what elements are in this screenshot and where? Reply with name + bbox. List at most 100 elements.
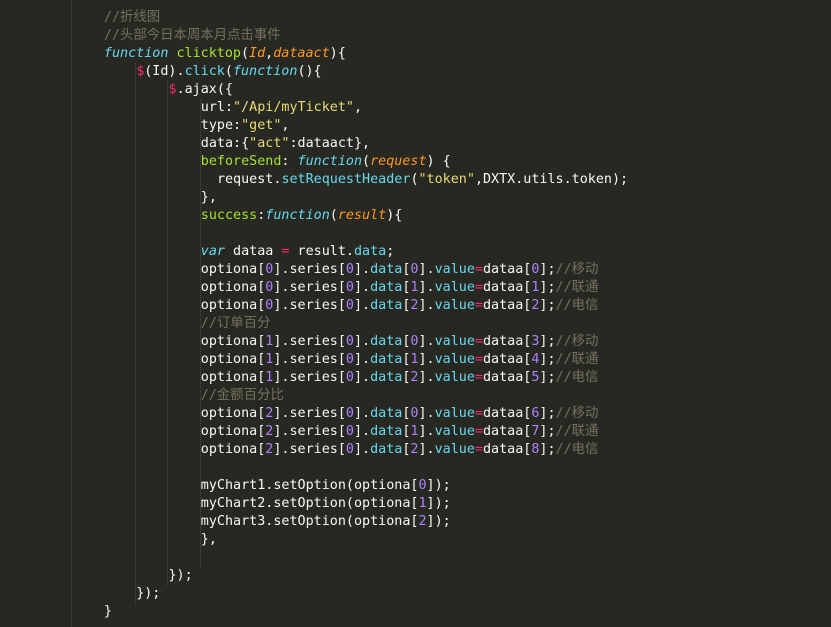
- code-line[interactable]: });: [136, 585, 160, 603]
- code-token-prop: value: [434, 298, 475, 313]
- code-token-prop: value: [434, 334, 475, 349]
- code-token-plain: dataa[: [482, 298, 532, 313]
- code-token-plain: optiona[: [200, 352, 266, 367]
- code-token-plain: ].: [418, 424, 435, 439]
- code-token-plain: ,: [353, 100, 363, 115]
- code-line[interactable]: $.ajax({: [169, 81, 234, 99]
- code-token-plain: myChart1.setOption(optiona[: [200, 478, 419, 493]
- code-token-plain: ].series[: [273, 334, 346, 349]
- code-token-plain: myChart2.setOption(optiona[: [200, 496, 419, 511]
- code-token-kw: function: [297, 154, 363, 169]
- code-token-plain: });: [136, 586, 161, 601]
- code-token-plain: :dataact},: [289, 136, 371, 151]
- code-token-fn: success: [200, 208, 258, 223]
- code-line[interactable]: optiona[1].series[0].data[0].value=dataa…: [201, 333, 599, 351]
- code-token-plain: optiona[: [200, 424, 266, 439]
- code-line[interactable]: var dataa = result.data;: [201, 243, 395, 261]
- code-token-plain: request.: [216, 172, 282, 187]
- code-token-prop: setRequestHeader: [281, 172, 411, 187]
- code-token-plain: dataa[: [482, 262, 532, 277]
- code-token-prop: value: [434, 424, 475, 439]
- code-token-fn: beforeSend: [200, 154, 282, 169]
- code-token-comment: //联通: [555, 424, 599, 439]
- code-line[interactable]: optiona[2].series[0].data[1].value=dataa…: [201, 423, 599, 441]
- code-line[interactable]: success:function(result){: [201, 207, 403, 225]
- code-token-plain: },: [200, 190, 217, 205]
- code-token-op: =: [474, 298, 483, 313]
- code-line[interactable]: },: [201, 189, 217, 207]
- code-line[interactable]: myChart2.setOption(optiona[1]);: [201, 495, 451, 513]
- code-line[interactable]: optiona[2].series[0].data[0].value=dataa…: [201, 405, 599, 423]
- code-token-plain: ];: [539, 262, 556, 277]
- code-line[interactable]: }: [104, 603, 112, 621]
- code-token-plain: ].: [353, 424, 371, 439]
- code-token-prop: value: [434, 406, 475, 421]
- code-token-comment: //头部今日本周本月点击事件: [103, 28, 281, 43]
- code-line[interactable]: //金额百分比: [201, 387, 284, 405]
- code-line[interactable]: },: [201, 531, 217, 549]
- code-token-prop: data: [370, 352, 403, 367]
- code-line[interactable]: optiona[0].series[0].data[0].value=dataa…: [201, 261, 599, 279]
- code-line[interactable]: optiona[1].series[0].data[1].value=dataa…: [201, 351, 599, 369]
- code-token-plain: optiona[: [200, 370, 266, 385]
- code-token-plain: ].: [353, 334, 371, 349]
- code-token-plain: ];: [539, 280, 556, 295]
- code-line[interactable]: //订单百分: [201, 315, 271, 333]
- code-token-comment: //联通: [555, 352, 599, 367]
- code-token-plain: ){: [329, 46, 346, 61]
- code-token-str: "get": [241, 118, 282, 133]
- code-token-plain: dataa: [224, 244, 282, 259]
- code-line[interactable]: optiona[0].series[0].data[1].value=dataa…: [201, 279, 599, 297]
- code-token-plain: (: [329, 208, 338, 223]
- code-token-num: 0: [345, 406, 354, 421]
- code-line[interactable]: myChart3.setOption(optiona[2]);: [201, 513, 451, 531]
- code-token-plain: ,: [265, 46, 274, 61]
- code-token-prop: data: [370, 370, 403, 385]
- code-token-op: =: [474, 334, 483, 349]
- code-token-prop: click: [184, 64, 225, 79]
- code-token-plain: dataa[: [482, 352, 532, 367]
- code-token-num: 2: [418, 514, 427, 529]
- code-token-plain: dataa[: [482, 334, 532, 349]
- code-token-prop: value: [434, 280, 475, 295]
- code-line[interactable]: myChart1.setOption(optiona[0]);: [201, 477, 451, 495]
- code-line[interactable]: optiona[1].series[0].data[2].value=dataa…: [201, 369, 599, 387]
- code-line[interactable]: url:"/Api/myTicket",: [201, 99, 362, 117]
- code-token-num: 0: [345, 370, 354, 385]
- code-line[interactable]: });: [169, 567, 193, 585]
- code-token-plain: ];: [539, 442, 556, 457]
- code-token-param: result: [337, 208, 387, 223]
- code-line[interactable]: //头部今日本周本月点击事件: [104, 27, 281, 45]
- code-token-plain: ]);: [426, 514, 451, 529]
- code-token-comment: //电信: [555, 442, 599, 457]
- code-area[interactable]: //折线图//头部今日本周本月点击事件 function clicktop(Id,…: [0, 0, 831, 627]
- code-token-prop: data: [370, 298, 403, 313]
- code-token-op: =: [474, 352, 483, 367]
- code-token-plain: ].: [418, 298, 435, 313]
- code-line[interactable]: optiona[0].series[0].data[2].value=dataa…: [201, 297, 599, 315]
- code-token-plain: ].series[: [273, 298, 346, 313]
- code-line[interactable]: request.setRequestHeader("token",DXTX.ut…: [217, 171, 628, 189]
- code-token-kw: var: [200, 244, 225, 259]
- code-line[interactable]: //折线图: [104, 9, 160, 27]
- code-line[interactable]: beforeSend: function(request) {: [201, 153, 451, 171]
- code-token-plain: ]);: [426, 496, 451, 511]
- code-line[interactable]: optiona[2].series[0].data[2].value=dataa…: [201, 441, 599, 459]
- code-token-plain: ].: [418, 334, 435, 349]
- code-token-plain: ;: [386, 244, 395, 259]
- code-line[interactable]: type:"get",: [201, 117, 290, 135]
- code-editor[interactable]: //折线图//头部今日本周本月点击事件 function clicktop(Id,…: [0, 0, 831, 627]
- code-token-plain: (: [224, 64, 233, 79]
- code-token-plain: ];: [539, 352, 556, 367]
- code-line[interactable]: $(Id).click(function(){: [136, 63, 321, 81]
- code-token-plain: ].series[: [273, 262, 346, 277]
- code-token-param: Id: [249, 46, 266, 61]
- code-token-plain: ].: [418, 370, 435, 385]
- code-token-plain: },: [200, 532, 217, 547]
- code-token-plain: optiona[: [200, 442, 266, 457]
- code-token-prop: data: [370, 424, 403, 439]
- code-token-prop: value: [434, 442, 475, 457]
- code-line[interactable]: data:{"act":dataact},: [201, 135, 370, 153]
- code-line[interactable]: function clicktop(Id,dataact){: [104, 45, 346, 63]
- code-token-num: 0: [345, 352, 354, 367]
